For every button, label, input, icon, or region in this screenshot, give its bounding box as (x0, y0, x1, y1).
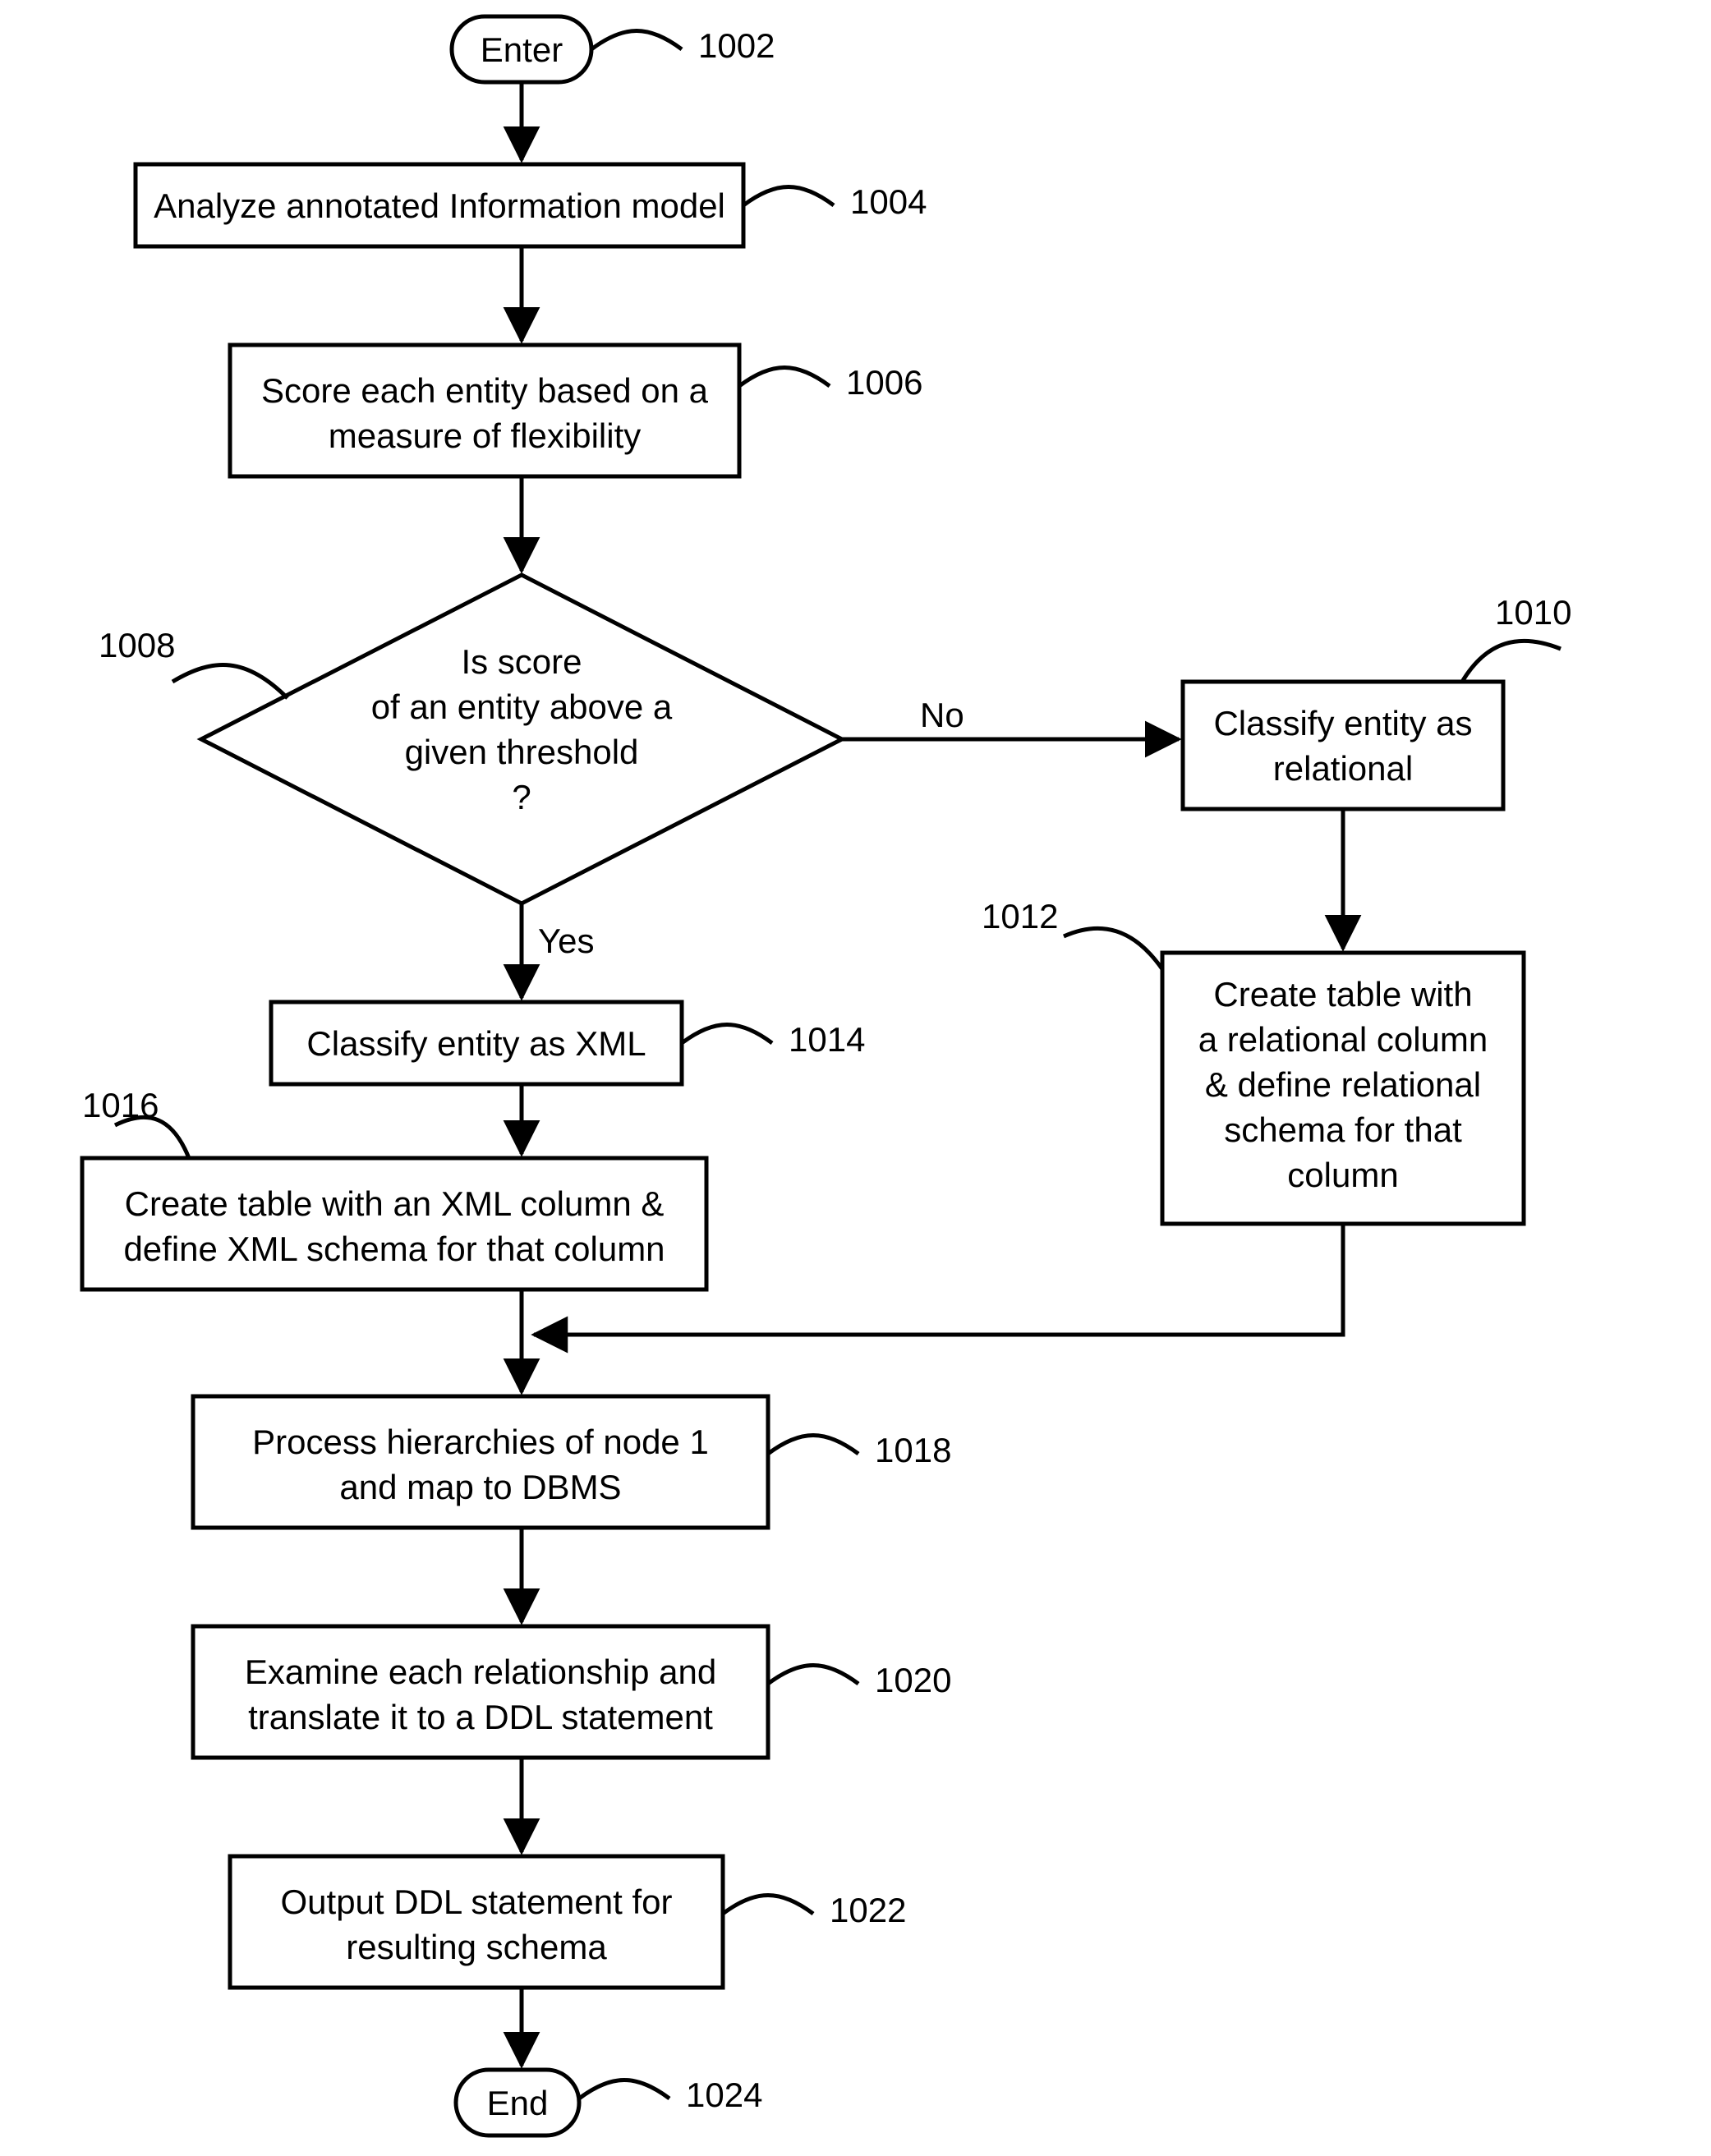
classify-xml-line1: Classify entity as XML (306, 1024, 646, 1063)
process-create-xml: Create table with an XML column & define… (82, 1158, 706, 1289)
ref-1010: 1010 (1495, 593, 1571, 632)
examine-line2: translate it to a DDL statement (248, 1698, 713, 1736)
terminator-end-text: End (487, 2084, 549, 2122)
create-rel-line2: a relational column (1198, 1020, 1488, 1059)
ref-1004: 1004 (850, 182, 927, 221)
ref-1012: 1012 (982, 897, 1058, 935)
decision-line1: Is score (461, 642, 582, 681)
ref-1024: 1024 (686, 2076, 762, 2114)
ref-1020: 1020 (875, 1661, 951, 1699)
create-rel-line4: schema for that (1224, 1110, 1462, 1149)
output-line1: Output DDL statement for (281, 1882, 673, 1921)
process-hier-line2: and map to DBMS (339, 1468, 621, 1506)
create-xml-line2: define XML schema for that column (123, 1230, 665, 1268)
process-score: Score each entity based on a measure of … (230, 345, 739, 476)
create-rel-line5: column (1287, 1156, 1398, 1194)
process-hierarchies: Process hierarchies of node 1 and map to… (193, 1396, 768, 1528)
ref-1006: 1006 (846, 363, 922, 402)
process-classify-relational: Classify entity as relational (1183, 682, 1503, 809)
process-classify-xml: Classify entity as XML (271, 1002, 682, 1084)
decision-line2: of an entity above a (371, 687, 673, 726)
ref-1002: 1002 (698, 26, 775, 65)
examine-line1: Examine each relationship and (245, 1653, 716, 1691)
ref-1014: 1014 (789, 1020, 865, 1059)
output-line2: resulting schema (346, 1928, 607, 1966)
process-hier-line1: Process hierarchies of node 1 (252, 1423, 709, 1461)
ref-1016: 1016 (82, 1086, 159, 1124)
label-no: No (920, 696, 964, 734)
decision-line3: given threshold (405, 733, 639, 771)
decision-line4: ? (512, 778, 531, 816)
ref-1008: 1008 (99, 626, 175, 664)
terminator-end: End (456, 2070, 579, 2135)
process-examine: Examine each relationship and translate … (193, 1626, 768, 1758)
create-rel-line1: Create table with (1213, 975, 1472, 1014)
process-analyze: Analyze annotated Information model (136, 164, 743, 246)
decision-threshold: Is score of an entity above a given thre… (201, 575, 842, 903)
process-analyze-line1: Analyze annotated Information model (154, 186, 725, 225)
process-score-line1: Score each entity based on a (261, 371, 709, 410)
ref-1018: 1018 (875, 1431, 951, 1469)
ref-1022: 1022 (830, 1891, 906, 1929)
process-score-line2: measure of flexibility (329, 416, 641, 455)
process-output: Output DDL statement for resulting schem… (230, 1856, 723, 1988)
terminator-enter: Enter (452, 16, 591, 82)
process-create-relational: Create table with a relational column & … (1162, 953, 1524, 1224)
label-yes: Yes (538, 922, 595, 960)
classify-rel-line1: Classify entity as (1213, 704, 1472, 742)
create-rel-line3: & define relational (1205, 1065, 1481, 1104)
terminator-enter-text: Enter (481, 30, 563, 69)
classify-rel-line2: relational (1273, 749, 1413, 788)
create-xml-line1: Create table with an XML column & (125, 1184, 665, 1223)
